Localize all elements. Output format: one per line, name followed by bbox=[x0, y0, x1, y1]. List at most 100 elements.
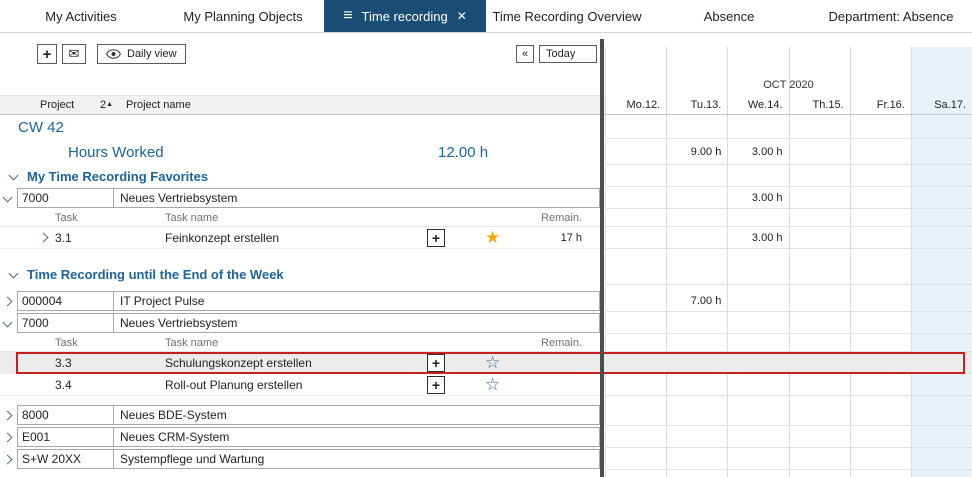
tab-absence[interactable]: Absence bbox=[648, 0, 810, 32]
day-cell-tu[interactable] bbox=[666, 312, 727, 333]
day-cell-fr[interactable] bbox=[850, 165, 911, 186]
day-cell-we[interactable] bbox=[727, 209, 788, 226]
day-cell-tu[interactable] bbox=[666, 227, 727, 248]
day-cell-th[interactable] bbox=[789, 334, 850, 351]
project-name-cell[interactable]: Neues Vertriebsystem bbox=[113, 188, 600, 208]
task-row-3-3-selected[interactable]: 3.3 Schulungskonzept erstellen + ☆ bbox=[0, 352, 972, 374]
day-cell-sa[interactable] bbox=[911, 404, 972, 425]
project-code-cell[interactable]: 7000 bbox=[17, 313, 114, 333]
day-cell-we[interactable]: 3.00 h bbox=[727, 139, 788, 164]
day-cell-tu[interactable] bbox=[666, 334, 727, 351]
add-time-button[interactable]: + bbox=[427, 229, 445, 247]
day-cell-sa[interactable] bbox=[911, 312, 972, 333]
day-cell-tu[interactable] bbox=[666, 187, 727, 208]
collapse-chevron-icon[interactable] bbox=[9, 268, 19, 278]
day-cell-sa[interactable] bbox=[911, 187, 972, 208]
day-cell-th[interactable] bbox=[789, 115, 850, 138]
day-cell-th[interactable] bbox=[789, 312, 850, 333]
day-cell-mo[interactable] bbox=[605, 115, 666, 138]
day-cell-sa[interactable] bbox=[911, 209, 972, 226]
day-cell-we[interactable] bbox=[727, 426, 788, 447]
day-cell-sa[interactable] bbox=[911, 165, 972, 186]
previous-week-button[interactable]: « bbox=[516, 45, 534, 63]
project-name-cell[interactable]: Neues BDE-System bbox=[113, 405, 600, 425]
panel-splitter[interactable] bbox=[600, 39, 604, 477]
day-cell-mo[interactable] bbox=[605, 374, 666, 395]
project-code-cell[interactable]: E001 bbox=[17, 427, 114, 447]
mail-button[interactable]: ✉ bbox=[62, 44, 86, 64]
day-cell-tu[interactable]: 9.00 h bbox=[666, 139, 727, 164]
day-cell-tu[interactable] bbox=[666, 374, 727, 395]
expand-chevron-icon[interactable] bbox=[39, 233, 49, 243]
project-column-header[interactable]: Project bbox=[40, 99, 100, 111]
day-cell-fr[interactable] bbox=[850, 227, 911, 248]
favorite-star-outline-icon[interactable]: ☆ bbox=[485, 376, 500, 393]
day-cell-we[interactable]: 3.00 h bbox=[727, 187, 788, 208]
day-cell-fr[interactable] bbox=[850, 352, 911, 373]
day-cell-sa[interactable] bbox=[911, 115, 972, 138]
project-name-cell[interactable]: Neues Vertriebsystem bbox=[113, 313, 600, 333]
day-cell-th[interactable] bbox=[789, 165, 850, 186]
day-cell-fr[interactable] bbox=[850, 187, 911, 208]
day-cell-sa[interactable] bbox=[911, 290, 972, 311]
task-row-3-1[interactable]: 3.1 Feinkonzept erstellen + ★ 17 h 3.00 … bbox=[0, 227, 972, 249]
day-cell-fr[interactable] bbox=[850, 448, 911, 469]
project-name-column-header[interactable]: Project name bbox=[126, 99, 605, 111]
day-cell-sa[interactable] bbox=[911, 139, 972, 164]
day-cell-we[interactable] bbox=[727, 404, 788, 425]
day-cell-we[interactable] bbox=[727, 165, 788, 186]
tab-time-recording[interactable]: ≡ Time recording ✕ bbox=[324, 0, 486, 32]
project-code-cell[interactable]: S+W 20XX bbox=[17, 449, 114, 469]
day-cell-th[interactable] bbox=[789, 209, 850, 226]
expand-chevron-icon[interactable] bbox=[3, 410, 13, 420]
favorite-star-icon[interactable]: ★ bbox=[485, 229, 500, 246]
day-cell-mo[interactable] bbox=[605, 139, 666, 164]
day-cell-tu[interactable] bbox=[666, 115, 727, 138]
project-code-cell[interactable]: 8000 bbox=[17, 405, 114, 425]
day-cell-th[interactable] bbox=[789, 227, 850, 248]
day-cell-we[interactable] bbox=[727, 352, 788, 373]
day-cell-fr[interactable] bbox=[850, 209, 911, 226]
project-name-cell[interactable]: IT Project Pulse bbox=[113, 291, 600, 311]
day-cell-mo[interactable] bbox=[605, 165, 666, 186]
day-cell-fr[interactable] bbox=[850, 404, 911, 425]
collapse-chevron-icon[interactable] bbox=[3, 317, 13, 327]
project-name-cell[interactable]: Systempflege und Wartung bbox=[113, 449, 600, 469]
day-cell-th[interactable] bbox=[789, 426, 850, 447]
day-cell-mo[interactable] bbox=[605, 426, 666, 447]
day-cell-we[interactable] bbox=[727, 115, 788, 138]
collapse-chevron-icon[interactable] bbox=[9, 170, 19, 180]
day-cell-mo[interactable] bbox=[605, 352, 666, 373]
day-cell-mo[interactable] bbox=[605, 209, 666, 226]
add-time-button[interactable]: + bbox=[427, 376, 445, 394]
today-button[interactable]: Today bbox=[539, 45, 597, 63]
expand-chevron-icon[interactable] bbox=[3, 432, 13, 442]
day-cell-th[interactable] bbox=[789, 139, 850, 164]
day-cell-tu[interactable] bbox=[666, 165, 727, 186]
add-entry-button[interactable]: + bbox=[37, 44, 57, 64]
collapse-chevron-icon[interactable] bbox=[3, 192, 13, 202]
day-cell-tu[interactable] bbox=[666, 209, 727, 226]
day-cell-fr[interactable] bbox=[850, 334, 911, 351]
day-cell-th[interactable] bbox=[789, 374, 850, 395]
section-title[interactable]: My Time Recording Favorites bbox=[27, 169, 208, 184]
day-cell-th[interactable] bbox=[789, 352, 850, 373]
daily-view-button[interactable]: Daily view bbox=[97, 44, 186, 64]
day-cell-we[interactable] bbox=[727, 312, 788, 333]
day-cell-mo[interactable] bbox=[605, 448, 666, 469]
add-time-button[interactable]: + bbox=[427, 354, 445, 372]
day-cell-we[interactable] bbox=[727, 374, 788, 395]
day-cell-fr[interactable] bbox=[850, 139, 911, 164]
project-code-cell[interactable]: 000004 bbox=[17, 291, 114, 311]
day-cell-tu[interactable] bbox=[666, 448, 727, 469]
day-cell-sa[interactable] bbox=[911, 334, 972, 351]
day-cell-we[interactable] bbox=[727, 263, 788, 284]
day-cell-fr[interactable] bbox=[850, 426, 911, 447]
day-cell-mo[interactable] bbox=[605, 290, 666, 311]
project-name-cell[interactable]: Neues CRM-System bbox=[113, 427, 600, 447]
task-row-3-4[interactable]: 3.4 Roll-out Planung erstellen + ☆ bbox=[0, 374, 972, 396]
day-cell-sa[interactable] bbox=[911, 263, 972, 284]
tab-department-absence[interactable]: Department: Absence bbox=[810, 0, 972, 32]
day-cell-we[interactable] bbox=[727, 334, 788, 351]
day-cell-fr[interactable] bbox=[850, 374, 911, 395]
